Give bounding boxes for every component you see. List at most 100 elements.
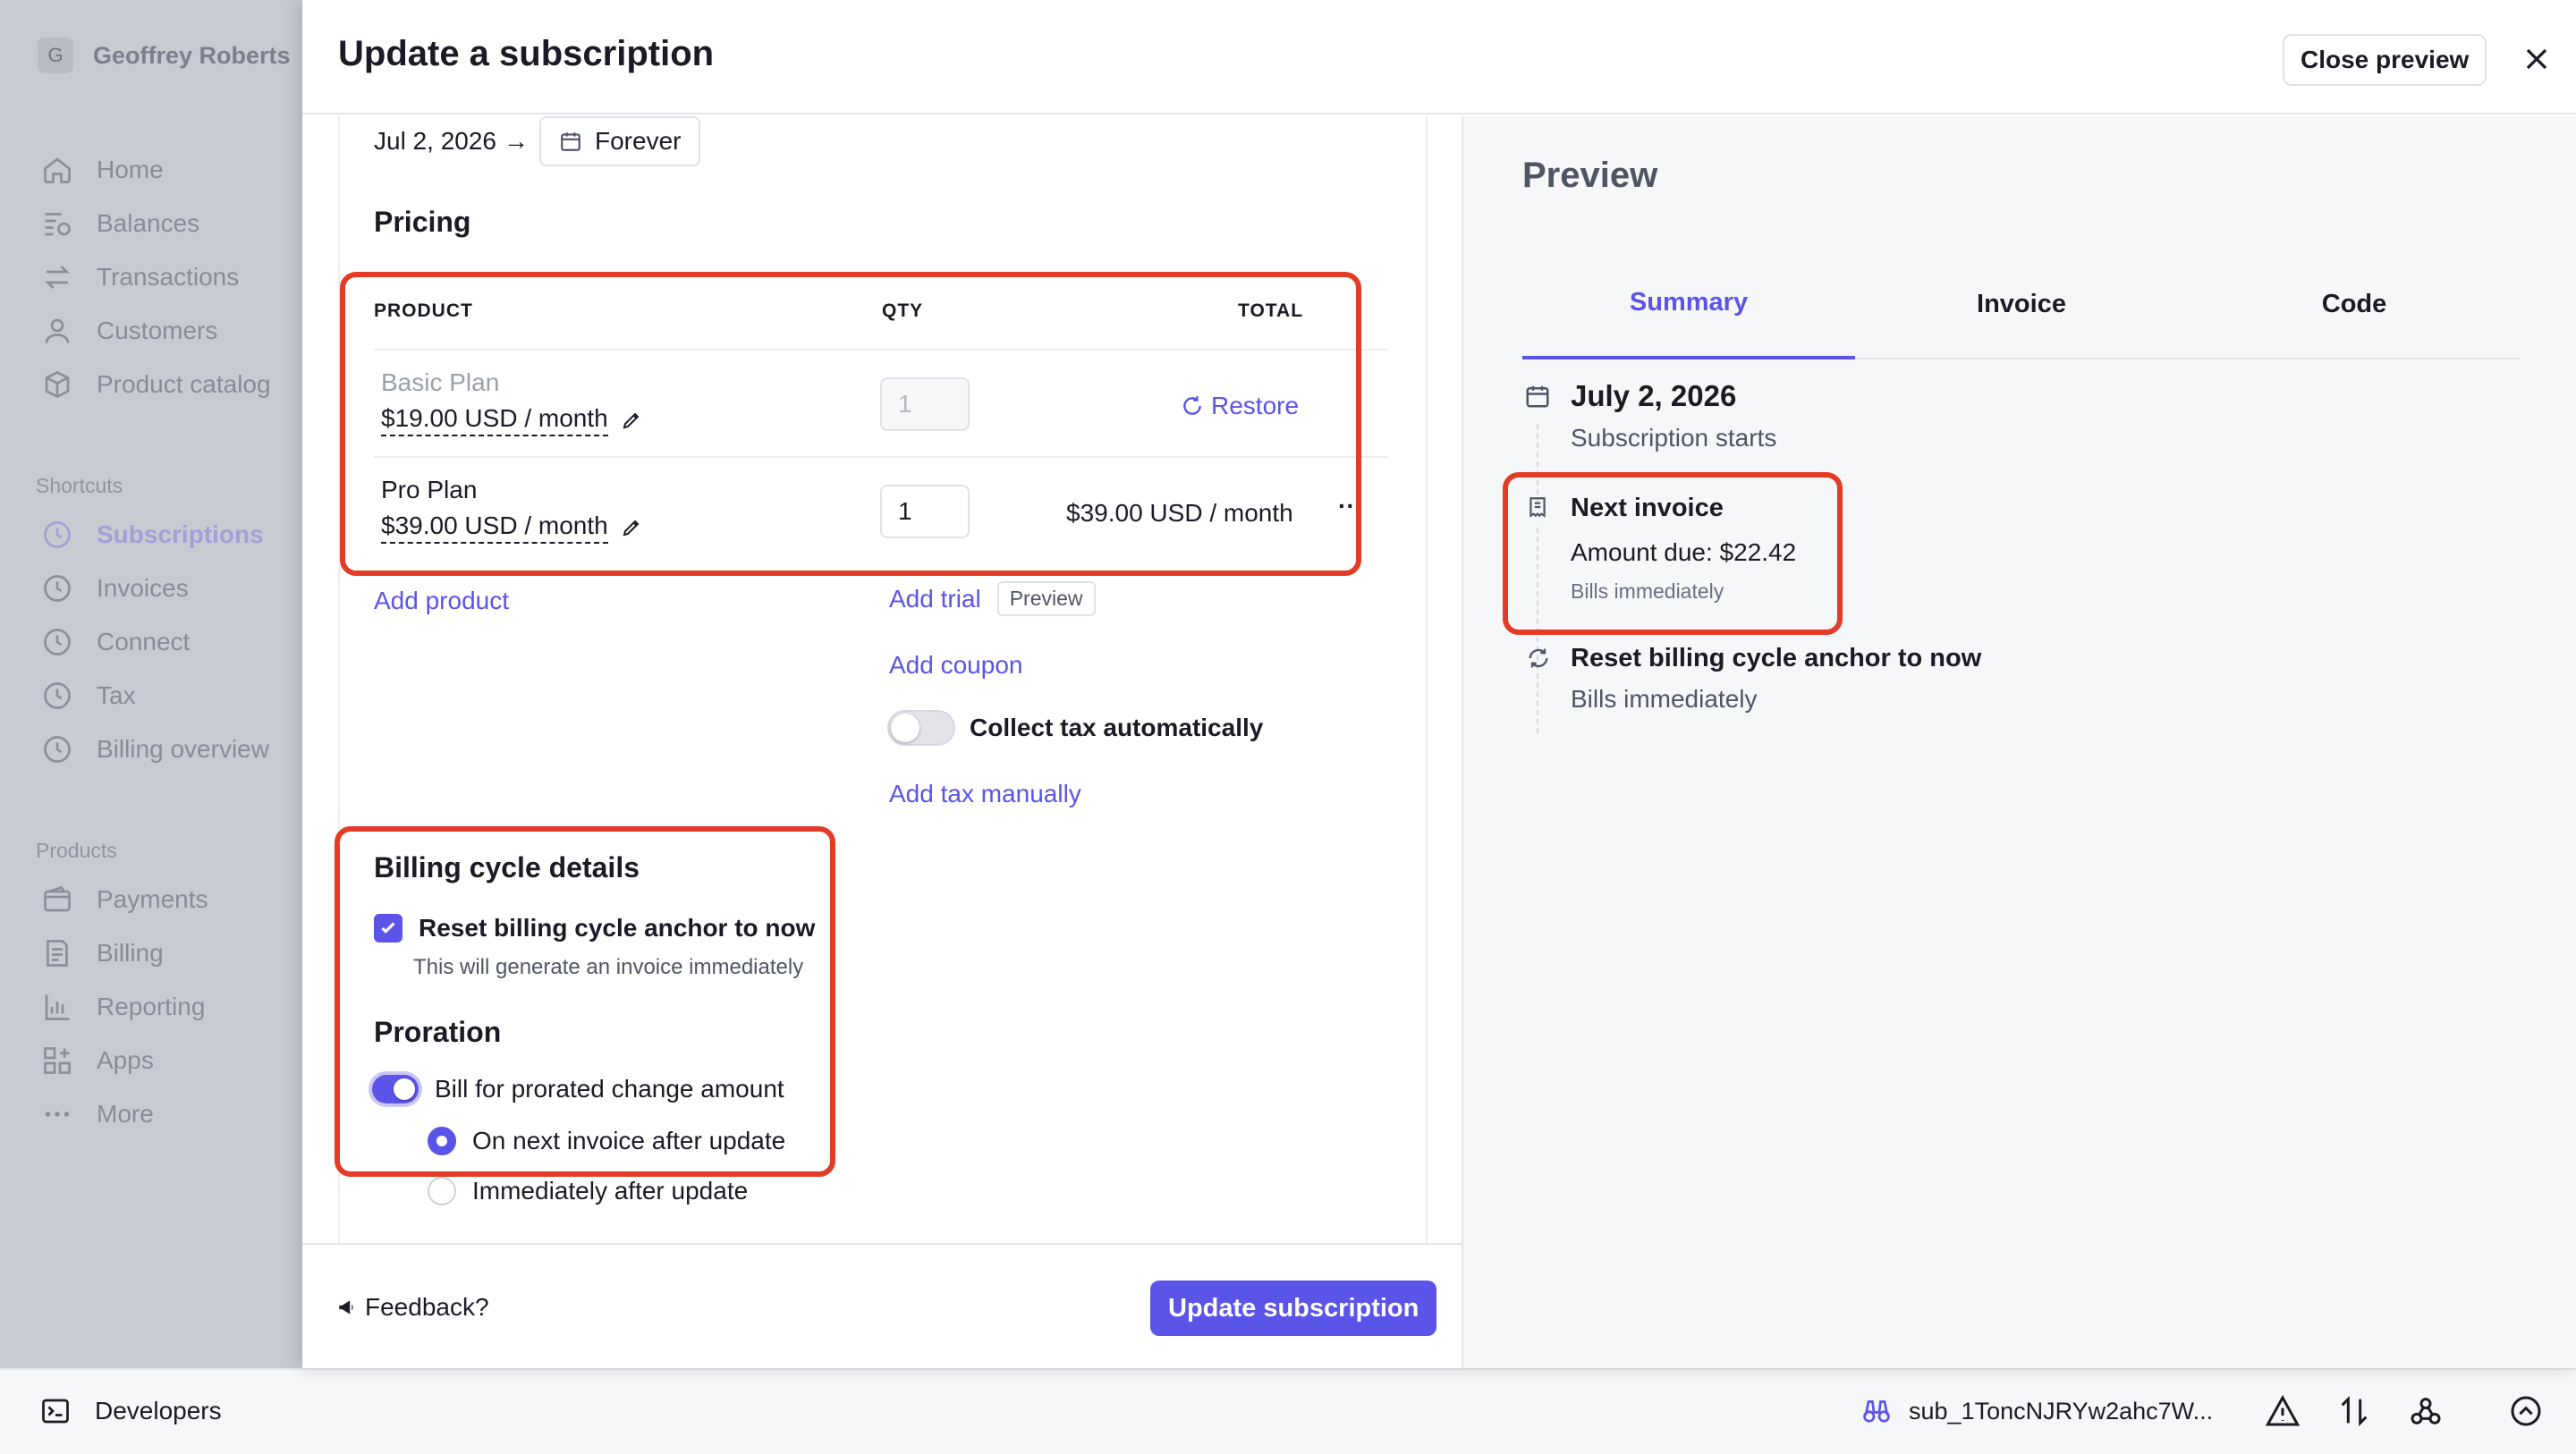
sidebar-item-balances[interactable]: Balances — [41, 197, 271, 250]
next-invoice-highlight — [1503, 472, 1843, 635]
preview-tabs: Summary Invoice Code — [1522, 249, 2521, 359]
customer-icon — [45, 318, 70, 343]
binoculars-icon — [1863, 1400, 1890, 1423]
chevron-up-circle-icon[interactable] — [2508, 1393, 2544, 1429]
sidebar-item-label: Billing — [97, 939, 164, 967]
sidebar-item-subscriptions[interactable]: Subscriptions — [41, 508, 269, 562]
sidebar-item-invoices[interactable]: Invoices — [41, 562, 269, 615]
add-product-link[interactable]: Add product — [374, 587, 509, 615]
modal-title: Update a subscription — [338, 34, 715, 73]
account-name: Geoffrey Roberts — [93, 41, 291, 69]
pricing-heading: Pricing — [374, 206, 471, 238]
sidebar-item-reporting[interactable]: Reporting — [41, 980, 208, 1034]
balances-icon — [45, 213, 71, 236]
preview-panel: Preview Summary Invoice Code July 2, 202… — [1462, 116, 2576, 1368]
sidebar-item-label: Invoices — [97, 574, 189, 602]
sidebar-item-label: More — [97, 1100, 154, 1128]
radio-unselected[interactable] — [428, 1177, 456, 1205]
sidebar-item-payments[interactable]: Payments — [41, 873, 208, 926]
subscription-id-chip[interactable]: sub_1ToncNJRYw2ahc7W... — [1860, 1395, 2213, 1427]
radio-label: Immediately after update — [472, 1177, 749, 1205]
clock-icon — [44, 682, 71, 709]
timeline-start-date: July 2, 2026 — [1571, 379, 1737, 412]
more-icon — [45, 1112, 70, 1117]
arrow-right-icon: → — [504, 127, 529, 155]
terminal-icon — [42, 1399, 69, 1424]
sidebar-item-connect[interactable]: Connect — [41, 615, 269, 669]
megaphone-icon — [339, 1300, 353, 1315]
sidebar-item-tax[interactable]: Tax — [41, 669, 269, 723]
add-tax-manually-link[interactable]: Add tax manually — [889, 780, 1081, 808]
products-nav: Payments Billing Reporting Apps More — [41, 873, 208, 1141]
close-icon[interactable] — [2519, 41, 2555, 77]
wallet-icon — [44, 885, 71, 912]
close-preview-button[interactable]: Close preview — [2283, 34, 2487, 86]
shortcuts-nav: Subscriptions Invoices Connect Tax Billi… — [41, 508, 269, 776]
sidebar-item-customers[interactable]: Customers — [41, 304, 271, 358]
sidebar: G Geoffrey Roberts Home Balances Transac… — [0, 0, 304, 1368]
bar-chart-icon — [45, 994, 70, 1020]
sidebar-item-label: Subscriptions — [97, 520, 264, 548]
main-nav: Home Balances Transactions Customers Pro… — [41, 143, 271, 411]
feedback-link[interactable]: Feedback? — [336, 1293, 489, 1322]
sidebar-item-label: Connect — [97, 628, 191, 655]
clock-icon — [44, 521, 71, 548]
collect-tax-label: Collect tax automatically — [970, 714, 1264, 741]
sidebar-item-label: Tax — [97, 681, 136, 709]
tab-summary[interactable]: Summary — [1522, 249, 1855, 359]
collect-tax-toggle[interactable] — [887, 710, 955, 746]
sidebar-heading-shortcuts: Shortcuts — [36, 474, 123, 497]
preview-badge: Preview — [996, 581, 1096, 616]
sidebar-item-billing[interactable]: Billing — [41, 926, 208, 980]
proration-option-immediately[interactable]: Immediately after update — [428, 1177, 748, 1205]
reset-anchor-summary-sub: Bills immediately — [1571, 685, 1758, 713]
refresh-icon — [1529, 648, 1548, 668]
tab-invoice[interactable]: Invoice — [1855, 249, 2188, 359]
update-subscription-button[interactable]: Update subscription — [1150, 1281, 1437, 1336]
radio-selected[interactable] — [428, 1127, 456, 1155]
sidebar-item-label: Apps — [97, 1046, 154, 1074]
sort-arrows-icon[interactable] — [2336, 1393, 2372, 1429]
developers-button[interactable]: Developers — [39, 1395, 222, 1427]
webhook-icon[interactable] — [2408, 1393, 2444, 1429]
sidebar-item-transactions[interactable]: Transactions — [41, 250, 271, 304]
preview-title: Preview — [1522, 156, 1658, 195]
sidebar-item-label: Product catalog — [97, 370, 271, 398]
sidebar-item-label: Balances — [97, 209, 200, 237]
clock-icon — [44, 575, 71, 602]
sidebar-item-product-catalog[interactable]: Product catalog — [41, 358, 271, 411]
clock-icon — [44, 736, 71, 763]
reset-anchor-summary-title: Reset billing cycle anchor to now — [1571, 644, 1982, 672]
sidebar-item-label: Payments — [97, 885, 208, 913]
billing-cycle-highlight — [335, 826, 835, 1177]
warning-icon[interactable] — [2265, 1393, 2301, 1429]
sidebar-item-billing-overview[interactable]: Billing overview — [41, 723, 269, 776]
sidebar-item-home[interactable]: Home — [41, 143, 271, 197]
radio-label: On next invoice after update — [472, 1127, 786, 1154]
bottom-bar: Developers sub_1ToncNJRYw2ahc7W... — [0, 1368, 2576, 1454]
sidebar-item-label: Customers — [97, 317, 218, 344]
transactions-icon — [45, 266, 70, 289]
add-coupon-link[interactable]: Add coupon — [889, 651, 1022, 680]
sidebar-item-apps[interactable]: Apps — [41, 1034, 208, 1087]
tab-code[interactable]: Code — [2188, 249, 2521, 359]
apps-icon — [44, 1047, 71, 1074]
date-range: Jul 2, 2026 → Forever — [374, 116, 701, 166]
home-icon — [44, 157, 71, 183]
invoice-icon — [47, 940, 68, 967]
box-icon — [45, 370, 70, 399]
feedback-label: Feedback? — [365, 1293, 489, 1321]
add-trial-link[interactable]: Add trial — [889, 585, 981, 613]
developers-label: Developers — [95, 1397, 222, 1424]
add-trial-row: Add trial Preview — [889, 581, 1096, 616]
pricing-table-highlight — [340, 272, 1361, 576]
proration-option-next-invoice[interactable]: On next invoice after update — [428, 1127, 785, 1155]
account-switcher[interactable]: G Geoffrey Roberts — [38, 38, 291, 73]
end-date-button[interactable]: Forever — [539, 116, 701, 166]
sidebar-heading-products: Products — [36, 839, 117, 862]
modal-header: Update a subscription Close preview — [302, 0, 2576, 114]
sidebar-item-label: Home — [97, 156, 164, 183]
sidebar-item-label: Billing overview — [97, 735, 269, 763]
subscription-form: Jul 2, 2026 → Forever Pricing PRODUCT QT… — [302, 116, 1462, 1243]
sidebar-item-more[interactable]: More — [41, 1087, 208, 1141]
